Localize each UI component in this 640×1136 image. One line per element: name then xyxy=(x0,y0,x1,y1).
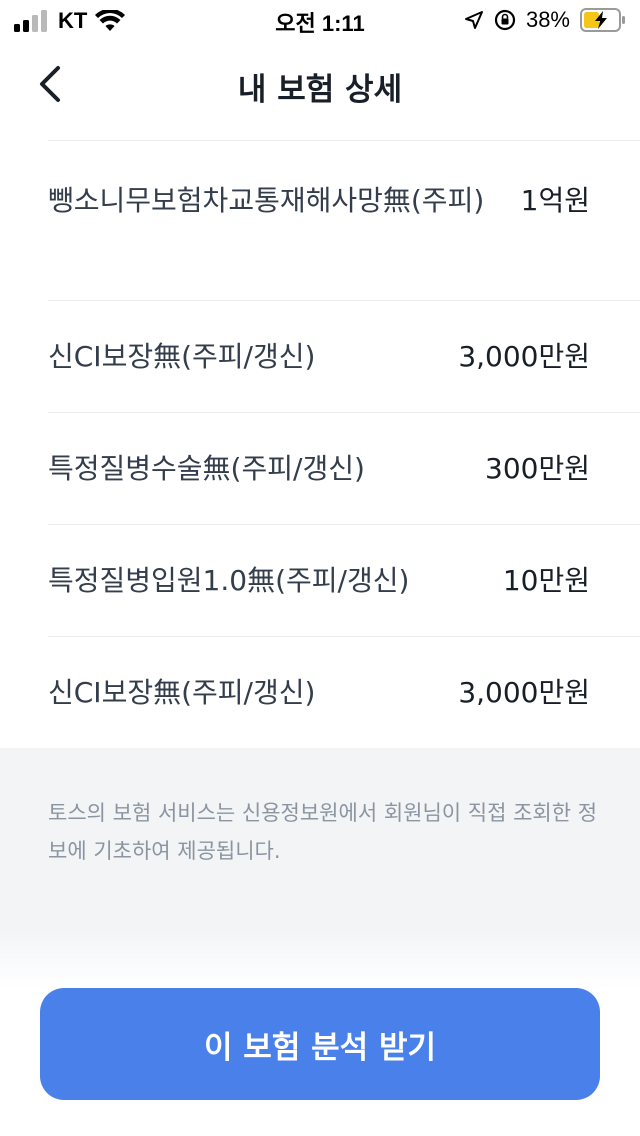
coverage-row[interactable]: 신CI보장無(주피/갱신) 3,000만원 xyxy=(48,637,640,749)
coverage-list: 뺑소니무보험차교통재해사망無(주피) 1억원 신CI보장無(주피/갱신) 3,0… xyxy=(48,140,640,749)
orientation-lock-icon xyxy=(494,9,516,31)
coverage-name: 신CI보장無(주피/갱신) xyxy=(48,339,316,373)
coverage-amount: 10만원 xyxy=(502,563,590,597)
coverage-amount: 300만원 xyxy=(485,451,590,485)
navigation-bar: 내 보험 상세 xyxy=(0,40,640,128)
coverage-row[interactable]: 신CI보장無(주피/갱신) 3,000만원 xyxy=(48,301,640,413)
coverage-name: 특정질병입원1.0無(주피/갱신) xyxy=(48,563,410,597)
status-right: 38% xyxy=(464,7,626,33)
status-bar: KT 오전 1:11 38% xyxy=(0,0,640,40)
coverage-amount: 3,000만원 xyxy=(458,676,590,709)
notice-text: 토스의 보험 서비스는 신용정보원에서 회원님이 직접 조회한 정보에 기초하여… xyxy=(48,801,598,863)
battery-charging-icon xyxy=(580,8,625,32)
analyze-insurance-button[interactable]: 이 보험 분석 받기 xyxy=(40,988,600,1100)
coverage-row[interactable]: 뺑소니무보험차교통재해사망無(주피) 1억원 xyxy=(48,141,640,301)
location-icon xyxy=(464,11,483,29)
coverage-amount: 3,000만원 xyxy=(458,339,590,373)
page-title: 내 보험 상세 xyxy=(237,72,403,108)
coverage-name: 신CI보장無(주피/갱신) xyxy=(48,676,316,709)
coverage-row[interactable]: 특정질병수술無(주피/갱신) 300만원 xyxy=(48,413,640,525)
coverage-name: 뺑소니무보험차교통재해사망無(주피) xyxy=(48,184,485,217)
coverage-amount: 1억원 xyxy=(520,184,590,217)
coverage-row[interactable]: 특정질병입원1.0無(주피/갱신) 10만원 xyxy=(48,525,640,637)
battery-percent: 38% xyxy=(525,7,570,32)
coverage-name: 특정질병수술無(주피/갱신) xyxy=(48,451,365,485)
